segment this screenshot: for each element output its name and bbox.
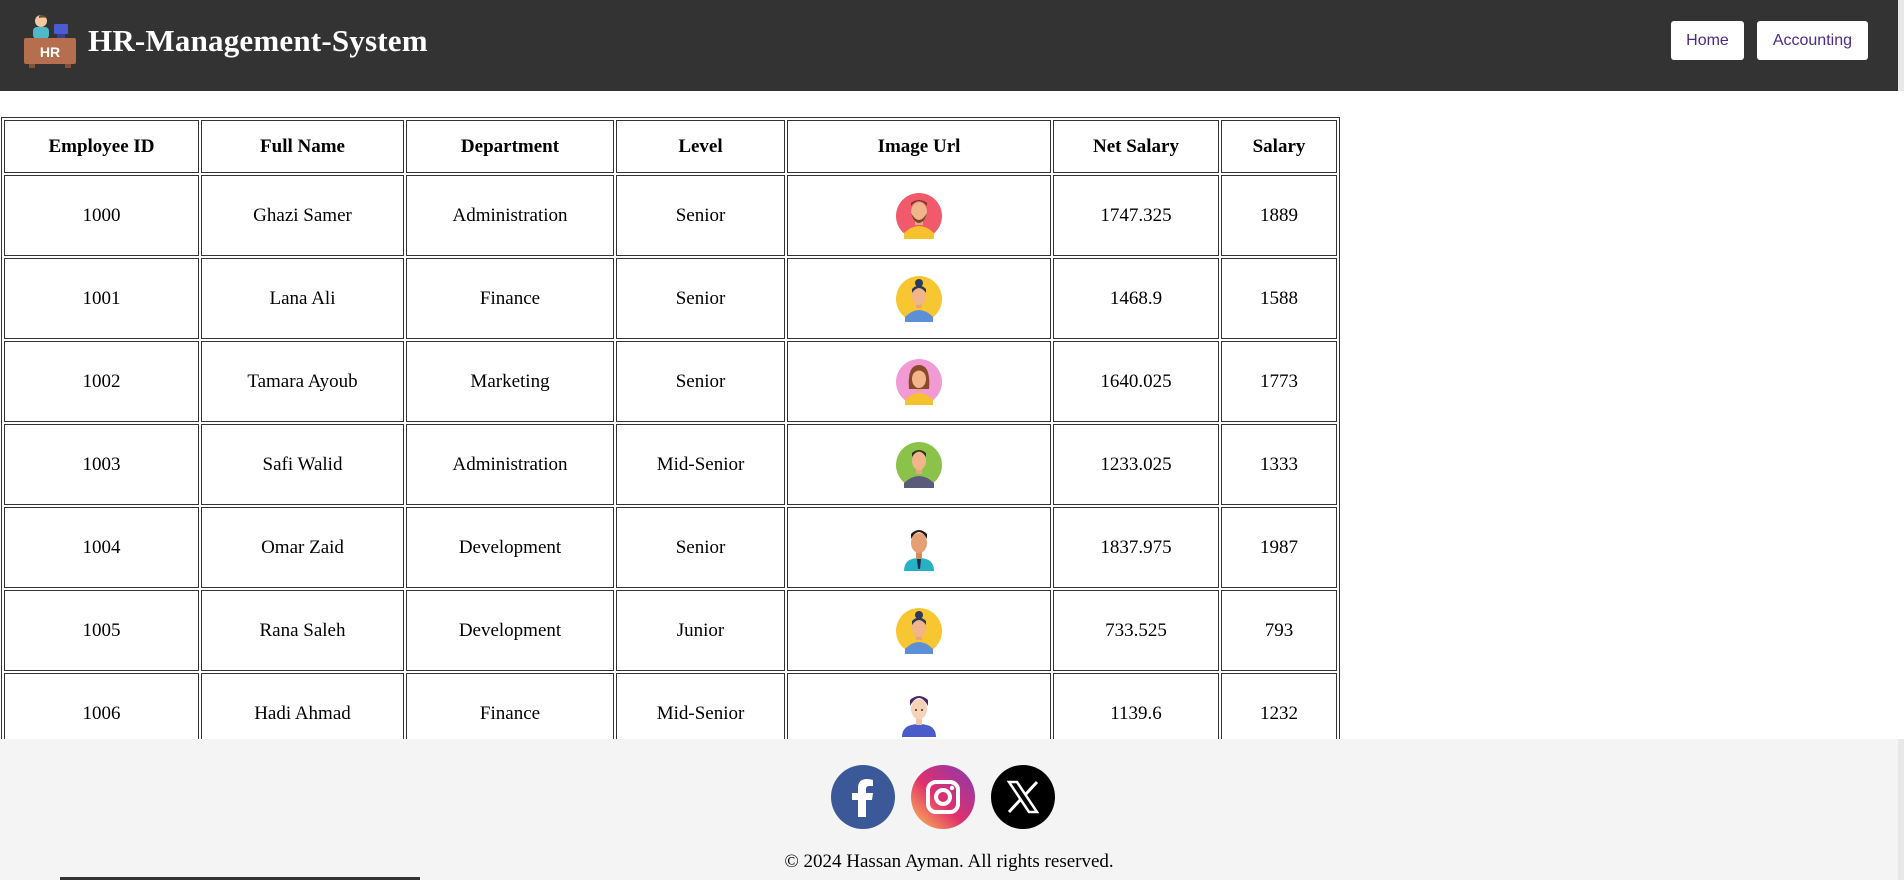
employee-id-cell: 1002	[4, 341, 199, 422]
salary-cell: 1773	[1221, 341, 1337, 422]
logo-text: HR	[40, 44, 60, 60]
employees-table: Employee ID Full Name Department Level I…	[1, 117, 1340, 757]
level-cell: Senior	[616, 341, 785, 422]
man-avatar-icon	[896, 441, 942, 488]
image-cell	[787, 175, 1051, 256]
hr-logo-icon: HR	[24, 14, 76, 68]
social-links	[831, 765, 1055, 829]
table-header-row: Employee ID Full Name Department Level I…	[4, 120, 1337, 173]
woman-bun-avatar-icon	[896, 275, 942, 322]
salary-cell: 793	[1221, 590, 1337, 671]
net-salary-cell: 1640.025	[1053, 341, 1219, 422]
salary-cell: 1333	[1221, 424, 1337, 505]
x-icon	[991, 765, 1055, 829]
level-cell: Mid-Senior	[616, 424, 785, 505]
net-salary-cell: 1837.975	[1053, 507, 1219, 588]
table-row: 1003 Safi Walid Administration Mid-Senio…	[4, 424, 1337, 505]
employee-id-cell: 1005	[4, 590, 199, 671]
column-header: Department	[406, 120, 614, 173]
employee-id-cell: 1001	[4, 258, 199, 339]
net-salary-cell: 1747.325	[1053, 175, 1219, 256]
image-cell	[787, 507, 1051, 588]
instagram-link[interactable]	[911, 765, 975, 829]
salary-cell: 1588	[1221, 258, 1337, 339]
woman-bun-avatar-icon	[896, 607, 942, 654]
employee-id-cell: 1003	[4, 424, 199, 505]
image-cell	[787, 590, 1051, 671]
column-header: Employee ID	[4, 120, 199, 173]
department-cell: Marketing	[406, 341, 614, 422]
full-name-cell: Ghazi Samer	[201, 175, 404, 256]
net-salary-cell: 733.525	[1053, 590, 1219, 671]
department-cell: Development	[406, 507, 614, 588]
department-cell: Administration	[406, 424, 614, 505]
site-header: HR HR-Management-System Home Accounting	[0, 0, 1904, 91]
column-header: Salary	[1221, 120, 1337, 173]
brand[interactable]: HR HR-Management-System	[24, 14, 428, 68]
site-footer: © 2024 Hassan Ayman. All rights reserved…	[0, 739, 1904, 880]
nav-home-link[interactable]: Home	[1671, 21, 1744, 60]
department-cell: Finance	[406, 258, 614, 339]
full-name-cell: Safi Walid	[201, 424, 404, 505]
main-nav: Home Accounting	[1671, 21, 1868, 60]
employee-id-cell: 1000	[4, 175, 199, 256]
level-cell: Senior	[616, 258, 785, 339]
full-name-cell: Omar Zaid	[201, 507, 404, 588]
instagram-icon	[911, 765, 975, 829]
level-cell: Junior	[616, 590, 785, 671]
image-cell	[787, 258, 1051, 339]
nav-accounting-link[interactable]: Accounting	[1756, 21, 1868, 60]
full-name-cell: Tamara Ayoub	[201, 341, 404, 422]
table-row: 1001 Lana Ali Finance Senior 1468.9 1588	[4, 258, 1337, 339]
column-header: Full Name	[201, 120, 404, 173]
table-row: 1002 Tamara Ayoub Marketing Senior 1640.…	[4, 341, 1337, 422]
department-cell: Administration	[406, 175, 614, 256]
image-cell	[787, 341, 1051, 422]
image-cell	[787, 424, 1051, 505]
woman-avatar-icon	[896, 358, 942, 405]
facebook-link[interactable]	[831, 765, 895, 829]
man-tie-avatar-icon	[904, 529, 934, 571]
x-link[interactable]	[991, 765, 1055, 829]
salary-cell: 1889	[1221, 175, 1337, 256]
man-purple-avatar-icon	[902, 695, 936, 737]
level-cell: Senior	[616, 175, 785, 256]
salary-cell: 1987	[1221, 507, 1337, 588]
full-name-cell: Rana Saleh	[201, 590, 404, 671]
column-header: Net Salary	[1053, 120, 1219, 173]
net-salary-cell: 1233.025	[1053, 424, 1219, 505]
table-row: 1000 Ghazi Samer Administration Senior 1…	[4, 175, 1337, 256]
copyright-text: © 2024 Hassan Ayman. All rights reserved…	[784, 851, 1114, 872]
man-beard-avatar-icon	[896, 192, 942, 239]
column-header: Level	[616, 120, 785, 173]
facebook-icon	[831, 765, 895, 829]
level-cell: Senior	[616, 507, 785, 588]
column-header: Image Url	[787, 120, 1051, 173]
table-row: 1004 Omar Zaid Development Senior 1837.9…	[4, 507, 1337, 588]
site-title: HR-Management-System	[88, 23, 428, 58]
employee-id-cell: 1004	[4, 507, 199, 588]
full-name-cell: Lana Ali	[201, 258, 404, 339]
department-cell: Development	[406, 590, 614, 671]
net-salary-cell: 1468.9	[1053, 258, 1219, 339]
table-row: 1005 Rana Saleh Development Junior 733.5…	[4, 590, 1337, 671]
